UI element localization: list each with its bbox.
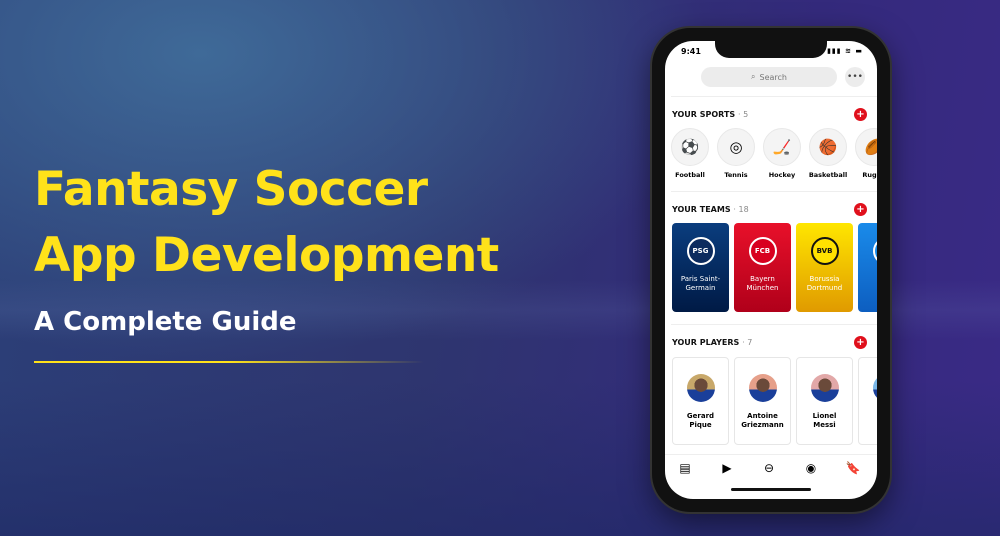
sport-icon: 🏒: [763, 128, 801, 166]
team-card[interactable]: M: [858, 223, 877, 312]
sport-item-hockey[interactable]: 🏒 Hockey: [762, 128, 802, 179]
player-name: Gerard Pique: [686, 412, 715, 429]
add-team-button[interactable]: +: [854, 203, 867, 216]
sport-label: Rugby: [862, 171, 877, 179]
sport-icon: ⚽: [671, 128, 709, 166]
player-avatar: [748, 374, 777, 402]
team-card[interactable]: BVB Borussia Dortmund: [796, 223, 853, 312]
team-name: Paris Saint-Germain: [680, 275, 721, 292]
player-avatar: [872, 374, 877, 402]
sports-title: YOUR SPORTS: [672, 110, 736, 119]
team-logo: [872, 237, 877, 265]
add-player-button[interactable]: +: [854, 336, 867, 349]
divider-line: [34, 361, 424, 363]
sport-item-basketball[interactable]: 🏀 Basketball: [808, 128, 848, 179]
bookmark-icon[interactable]: 🔖: [843, 461, 863, 475]
players-count: · 7: [742, 338, 753, 347]
player-avatar: [686, 374, 715, 402]
players-title: YOUR PLAYERS: [672, 338, 740, 347]
teams-count: · 18: [733, 205, 749, 214]
title-line-1: Fantasy Soccer: [34, 162, 428, 217]
sport-label: Football: [675, 171, 705, 179]
phone-mockup: 9:41 ▮▮▮ ≋ ▬ ⌕ Search ••• YOUR SPORTS · 5…: [652, 28, 890, 512]
teams-header: YOUR TEAMS · 18: [672, 205, 749, 214]
sports-header: YOUR SPORTS · 5: [672, 110, 748, 119]
location-icon[interactable]: ◉: [801, 461, 821, 475]
player-avatar: [810, 374, 839, 402]
player-card[interactable]: Lionel Messi: [796, 357, 853, 445]
team-logo: PSG: [686, 237, 715, 265]
sport-icon: 🏉: [855, 128, 877, 166]
sport-label: Basketball: [808, 171, 848, 179]
player-card[interactable]: Gerard Pique: [672, 357, 729, 445]
sport-item-rugby[interactable]: 🏉 Rugby: [854, 128, 877, 179]
home-indicator[interactable]: [731, 488, 811, 491]
sports-count: · 5: [738, 110, 749, 119]
team-logo: FCB: [748, 237, 777, 265]
player-card[interactable]: Antoine Griezmann: [734, 357, 791, 445]
sport-icon: ◎: [717, 128, 755, 166]
team-name: Borussia Dortmund: [806, 275, 843, 292]
player-name: Antoine Griezmann: [741, 412, 784, 429]
team-card[interactable]: FCB Bayern München: [734, 223, 791, 312]
player-name: Lionel Messi: [812, 412, 837, 429]
search-icon: ⌕: [751, 72, 756, 81]
phone-screen: 9:41 ▮▮▮ ≋ ▬ ⌕ Search ••• YOUR SPORTS · 5…: [665, 41, 877, 499]
team-name: Bayern München: [746, 275, 779, 292]
team-logo: BVB: [810, 237, 839, 265]
player-card[interactable]: [858, 357, 877, 445]
notch: [715, 41, 827, 58]
divider: [671, 96, 877, 97]
status-icons: ▮▮▮ ≋ ▬: [827, 47, 863, 55]
video-icon[interactable]: ▶: [717, 461, 737, 475]
title-line-2: App Development: [34, 228, 499, 283]
sport-item-tennis[interactable]: ◎ Tennis: [716, 128, 756, 179]
news-icon[interactable]: ▤: [675, 461, 695, 475]
status-time: 9:41: [681, 47, 701, 56]
sport-item-football[interactable]: ⚽ Football: [670, 128, 710, 179]
tab-bar: ▤ ▶ ⊖ ◉ 🔖: [665, 454, 877, 499]
sport-icon: 🏀: [809, 128, 847, 166]
chat-icon[interactable]: ⊖: [759, 461, 779, 475]
more-button[interactable]: •••: [845, 67, 865, 87]
players-header: YOUR PLAYERS · 7: [672, 338, 752, 347]
team-name: M: [858, 275, 877, 284]
add-sport-button[interactable]: +: [854, 108, 867, 121]
team-card[interactable]: PSG Paris Saint-Germain: [672, 223, 729, 312]
sport-label: Hockey: [768, 171, 796, 179]
divider: [671, 324, 877, 325]
search-input[interactable]: ⌕ Search: [701, 67, 837, 87]
divider: [671, 191, 877, 192]
search-placeholder: Search: [759, 72, 787, 82]
teams-title: YOUR TEAMS: [672, 205, 731, 214]
sport-label: Tennis: [724, 171, 748, 179]
subtitle: A Complete Guide: [34, 307, 297, 337]
